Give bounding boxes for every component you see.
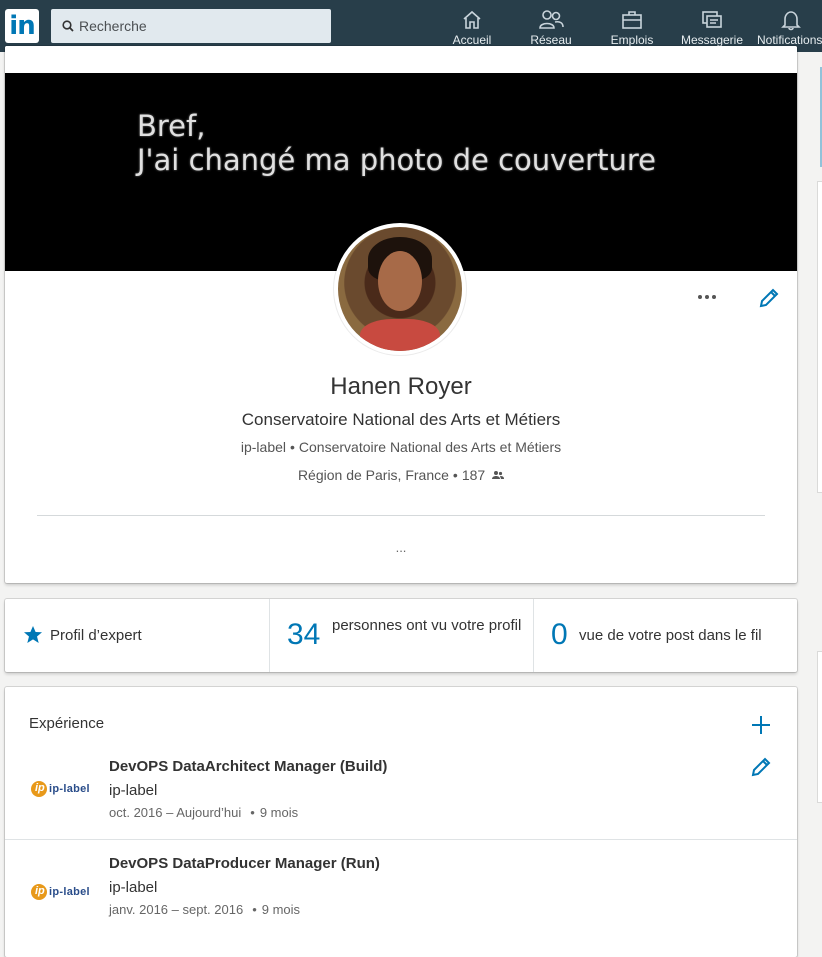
position-title[interactable]: DevOPS DataArchitect Manager (Build) xyxy=(109,758,387,775)
profile-location: Région de Paris, France xyxy=(297,467,449,483)
company-logo-text: ip-label xyxy=(49,886,90,898)
position-dates: oct. 2016 – Aujourd’hui • 9 mois xyxy=(109,805,299,820)
edit-position-button[interactable] xyxy=(749,755,773,779)
position-company: ip-label xyxy=(109,879,158,896)
nav-item-notifications[interactable]: Notifications xyxy=(756,0,822,52)
search-input[interactable] xyxy=(79,9,319,43)
linkedin-logo[interactable]: in xyxy=(5,9,39,43)
current-company[interactable]: ip-label xyxy=(241,439,286,455)
bell-icon xyxy=(781,11,801,31)
position-duration: 9 mois xyxy=(261,902,301,917)
position-dates: janv. 2016 – sept. 2016 • 9 mois xyxy=(109,902,301,917)
position-date-range: janv. 2016 – sept. 2016 xyxy=(109,902,244,917)
nav-label-notifications: Notifications xyxy=(757,33,822,47)
profile-views-label: personnes ont vu votre profil xyxy=(332,617,522,634)
nav-item-home[interactable]: Accueil xyxy=(441,0,503,52)
star-icon xyxy=(24,626,42,643)
position-date-range: oct. 2016 – Aujourd’hui xyxy=(109,805,242,820)
show-more-button[interactable]: ... xyxy=(5,540,797,555)
cover-text-line1: Bref, xyxy=(137,109,206,143)
briefcase-icon xyxy=(622,11,642,29)
nav-label-network: Réseau xyxy=(530,33,572,47)
nav-item-jobs[interactable]: Emplois xyxy=(601,0,663,52)
post-views-stat[interactable]: 0 vue de votre post dans le fil xyxy=(533,599,798,672)
position-duration: 9 mois xyxy=(259,805,299,820)
pencil-icon xyxy=(759,288,779,308)
connections-count[interactable]: 187 xyxy=(462,467,485,483)
current-positions: ip-label • Conservatoire National des Arts… xyxy=(240,439,562,455)
expert-profile-label: Profil d’expert xyxy=(50,627,142,644)
add-experience-button[interactable] xyxy=(749,713,773,737)
search-icon xyxy=(62,20,74,32)
nav-label-jobs: Emplois xyxy=(610,33,654,47)
experience-heading: Expérience xyxy=(29,715,105,732)
profile-divider xyxy=(37,515,765,516)
company-logo-text: ip-label xyxy=(49,783,90,795)
experience-item[interactable]: ip ip-label DevOPS DataProducer Manager … xyxy=(5,839,797,940)
profile-views-stat[interactable]: 34 personnes ont vu votre profil xyxy=(269,599,534,672)
profile-stats-card: Profil d’expert 34 personnes ont vu votr… xyxy=(5,599,797,672)
profile-views-count: 34 xyxy=(287,618,321,651)
ellipsis-icon xyxy=(698,295,702,299)
education-school[interactable]: Conservatoire National des Arts et Métie… xyxy=(299,439,561,455)
cover-text-line2: J'ai changé ma photo de couverture xyxy=(137,143,656,177)
company-logo[interactable]: ip ip-label xyxy=(31,781,97,797)
nav-label-messaging: Messagerie xyxy=(680,33,744,47)
top-nav-bar: in Accueil Réseau Emplois xyxy=(0,0,822,52)
post-views-label: vue de votre post dans le fil xyxy=(579,627,762,644)
position-company: ip-label xyxy=(109,782,158,799)
linkedin-logo-text: in xyxy=(9,11,35,41)
nav-label-home: Accueil xyxy=(452,33,492,47)
expert-profile-stat[interactable]: Profil d’expert xyxy=(5,599,269,672)
more-actions-button[interactable] xyxy=(694,284,724,310)
network-icon xyxy=(539,10,564,29)
location-connections: Région de Paris, France • 187 xyxy=(5,467,797,483)
experience-section: Expérience ip ip-label DevOPS DataArchit… xyxy=(5,687,797,957)
profile-headline: Conservatoire National des Arts et Métie… xyxy=(241,410,561,429)
card-top-strip xyxy=(5,46,797,73)
edit-profile-button[interactable] xyxy=(757,286,781,310)
position-title[interactable]: DevOPS DataProducer Manager (Run) xyxy=(109,855,380,872)
post-views-count: 0 xyxy=(551,618,568,651)
home-icon xyxy=(463,10,481,29)
company-logo[interactable]: ip ip-label xyxy=(31,884,97,900)
pencil-icon xyxy=(751,757,771,777)
messaging-icon xyxy=(702,11,722,28)
right-rail-edge xyxy=(812,52,822,938)
plus-icon xyxy=(752,716,770,734)
experience-item[interactable]: ip ip-label DevOPS DataArchitect Manager… xyxy=(5,755,797,839)
search-box[interactable] xyxy=(51,9,331,43)
profile-photo[interactable] xyxy=(334,223,466,355)
nav-item-network[interactable]: Réseau xyxy=(520,0,582,52)
profile-card: Bref, J'ai changé ma photo de couverture… xyxy=(5,46,797,583)
connections-icon xyxy=(492,471,505,479)
nav-item-messaging[interactable]: Messagerie xyxy=(672,0,752,52)
profile-name: Hanen Royer xyxy=(330,373,472,400)
avatar-image xyxy=(338,227,462,351)
